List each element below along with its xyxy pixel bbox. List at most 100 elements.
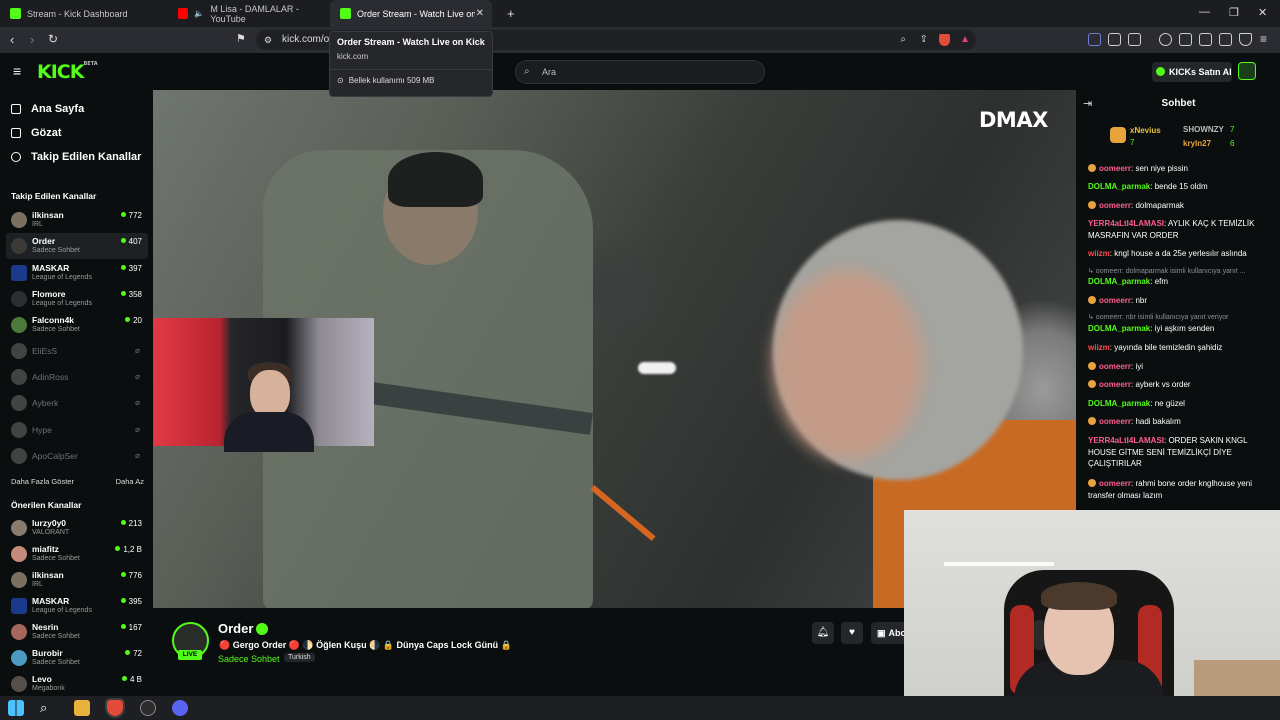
chat-message: oomeerr: dolmaparmak — [1088, 200, 1276, 212]
search-input[interactable]: ⌕ Ara — [515, 60, 765, 84]
chat-username[interactable]: oomeerr — [1099, 296, 1131, 305]
followed-channel[interactable]: MASKAR League of Legends 397 — [6, 260, 148, 286]
nav-home[interactable]: Ana Sayfa — [11, 103, 84, 115]
chat-username[interactable]: wiizm — [1088, 343, 1110, 352]
tab-youtube[interactable]: 🔈 M Lisa - DAMLALAR - YouTube — [168, 0, 330, 27]
followed-channel-offline[interactable]: ApoCalpSer ⌀ — [6, 443, 148, 469]
avatar — [11, 343, 27, 359]
menu-icon[interactable]: ≡ — [1260, 32, 1267, 46]
channel-name: lurzy0y0 — [32, 518, 67, 528]
recommended-channel[interactable]: Burobir Sadece Sohbet 72 — [6, 645, 148, 671]
chat-reply-indicator[interactable]: ↳ oomeerr: dolmaparmak isimli kullanıcıy… — [1088, 267, 1246, 275]
followed-channel-offline[interactable]: Ayberk ⌀ — [6, 390, 148, 416]
chat-username[interactable]: oomeerr — [1099, 479, 1131, 488]
gifter-name[interactable]: kryln27 — [1183, 139, 1211, 148]
music-icon[interactable] — [1159, 33, 1172, 46]
recommended-channel[interactable]: Levo Megabonk 4 B — [6, 671, 148, 696]
chat-username[interactable]: DOLMA_parmak — [1088, 182, 1150, 191]
stream-category[interactable]: Sadece Sohbet — [218, 654, 280, 664]
show-more-link[interactable]: Daha Fazla Göster — [11, 477, 74, 486]
forward-icon[interactable]: › — [30, 32, 34, 47]
rewards-icon[interactable]: ▲ — [960, 30, 970, 50]
avatar — [11, 598, 27, 614]
recommended-channel[interactable]: Nesrin Sadece Sohbet 167 — [6, 619, 148, 645]
notification-bell-button[interactable]: 🔔︎ — [812, 622, 834, 644]
chat-reply-indicator[interactable]: ↳ oomeerr: nbr isimli kullanıcıya yanıt … — [1088, 313, 1228, 321]
minimize-icon[interactable]: — — [1199, 6, 1210, 18]
chat-username[interactable]: oomeerr — [1099, 417, 1131, 426]
chat-username[interactable]: DOLMA_parmak — [1088, 324, 1150, 333]
language-tag[interactable]: Turkish — [284, 653, 315, 662]
chat-username[interactable]: YERR4aLtI4LAMASI — [1088, 436, 1164, 445]
tab-order-stream[interactable]: Order Stream - Watch Live on Ki ✕ — [330, 0, 492, 27]
channel-name: Nesrin — [32, 622, 59, 632]
back-icon[interactable]: ‹ — [10, 32, 14, 47]
avatar — [11, 395, 27, 411]
chat-message: oomeerr: iyi — [1088, 361, 1276, 373]
kick-logo[interactable]: KICKBETA — [37, 61, 98, 83]
chat-username[interactable]: wiizm — [1088, 249, 1110, 258]
sidebar-icon[interactable] — [1179, 33, 1192, 46]
chat-username[interactable]: oomeerr — [1099, 380, 1131, 389]
recommended-channel[interactable]: miafitz Sadece Sohbet 1,2 B — [6, 541, 148, 567]
search-icon[interactable]: ⌕ — [40, 700, 56, 716]
followed-channel-offline[interactable]: AdinRoss ⌀ — [6, 364, 148, 390]
channel-category: VALORANT — [32, 529, 70, 536]
channel-category: League of Legends — [32, 607, 92, 614]
nav-browse[interactable]: Gözat — [11, 127, 62, 139]
recommended-channel[interactable]: MASKAR League of Legends 395 — [6, 593, 148, 619]
stream-info-bar: LIVE Order 🔴 Gergo Order 🔴 🌓 Öğlen Kuşu … — [153, 608, 911, 696]
followed-channel[interactable]: Order Sadece Sohbet 407 — [6, 233, 148, 259]
extension-icon[interactable] — [1088, 33, 1101, 46]
chat-username[interactable]: DOLMA_parmak — [1088, 277, 1150, 286]
channel-name: Flomore — [32, 289, 66, 299]
bookmark-icon[interactable]: ⚑ — [236, 32, 246, 45]
windows-start-icon[interactable] — [8, 700, 24, 716]
followed-channel-offline[interactable]: EliEsS ⌀ — [6, 338, 148, 364]
kick-icon — [10, 8, 21, 19]
followed-channel[interactable]: ilkinsan IRL 772 — [6, 207, 148, 233]
show-less-link[interactable]: Daha Az — [116, 477, 144, 486]
gifter-name[interactable]: SHOWNZY — [1183, 125, 1224, 134]
wallet-icon[interactable] — [1199, 33, 1212, 46]
puzzle-icon[interactable] — [1108, 33, 1121, 46]
followed-channel[interactable]: Falconn4k Sadece Sohbet 20 — [6, 312, 148, 338]
chat-username[interactable]: oomeerr — [1099, 164, 1131, 173]
followed-channel-offline[interactable]: Hype ⌀ — [6, 417, 148, 443]
recommended-channel[interactable]: ilkinsan IRL 776 — [6, 567, 148, 593]
streamer-name[interactable]: Order — [218, 621, 253, 636]
new-tab-button[interactable]: + — [497, 0, 517, 27]
follow-button[interactable]: ♥ — [841, 622, 863, 644]
chat-username[interactable]: oomeerr — [1099, 362, 1131, 371]
brave-browser-icon[interactable] — [105, 698, 125, 718]
file-explorer-icon[interactable] — [74, 700, 90, 716]
reload-icon[interactable]: ↻ — [48, 32, 58, 46]
gifter-name[interactable]: xNevius — [1130, 126, 1161, 135]
brave-shield-icon[interactable] — [939, 34, 950, 46]
tab-kick-dashboard[interactable]: Stream - Kick Dashboard — [0, 0, 168, 27]
avatar — [11, 572, 27, 588]
discord-icon[interactable] — [172, 700, 188, 716]
obs-icon[interactable] — [140, 700, 156, 716]
viewer-count: 776 — [121, 571, 142, 580]
user-avatar[interactable] — [1238, 62, 1256, 80]
vpn-icon[interactable] — [1239, 33, 1252, 46]
followed-channel[interactable]: Flomore League of Legends 358 — [6, 286, 148, 312]
maximize-icon[interactable]: ❐ — [1229, 6, 1239, 19]
chat-username[interactable]: oomeerr — [1099, 201, 1131, 210]
zoom-icon[interactable]: ⌕ — [900, 30, 906, 50]
nav-following[interactable]: Takip Edilen Kanallar — [11, 151, 141, 163]
hamburger-menu-icon[interactable]: ≡ — [13, 63, 21, 79]
close-tab-icon[interactable]: ✕ — [476, 8, 484, 19]
chat-username[interactable]: YERR4aLtI4LAMASI — [1088, 219, 1164, 228]
buy-kicks-button[interactable]: KICKs Satın Al — [1152, 62, 1232, 82]
tooltip-memory: ⊙ Bellek kullanımı 509 MB — [337, 76, 485, 85]
reader-icon[interactable] — [1128, 33, 1141, 46]
site-settings-icon[interactable]: ⚙ — [264, 30, 272, 50]
recommended-channel[interactable]: lurzy0y0 VALORANT 213 — [6, 515, 148, 541]
ai-icon[interactable] — [1219, 33, 1232, 46]
close-window-icon[interactable]: ✕ — [1258, 6, 1267, 19]
chat-username[interactable]: DOLMA_parmak — [1088, 399, 1150, 408]
share-icon[interactable]: ⇪ — [920, 30, 928, 50]
chat-text: : ayberk vs order — [1131, 380, 1191, 389]
